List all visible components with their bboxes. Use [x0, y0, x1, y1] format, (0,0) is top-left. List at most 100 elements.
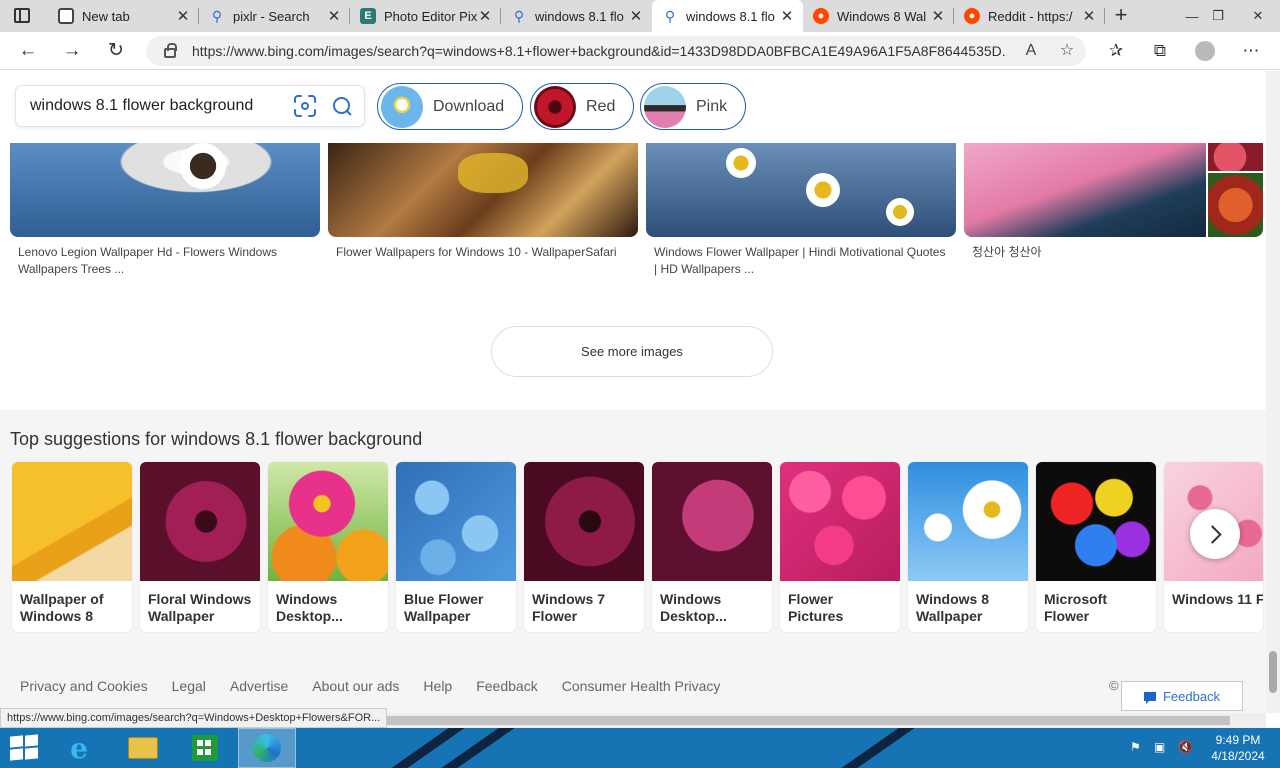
- suggestion-image: [1036, 462, 1156, 581]
- flag-icon[interactable]: ⚑: [1130, 740, 1141, 754]
- close-tab-icon[interactable]: ✕: [1081, 7, 1097, 25]
- tab-title: Photo Editor Pix: [384, 8, 477, 24]
- system-clock[interactable]: 9:49 PM 4/18/2024: [1208, 732, 1268, 764]
- close-tab-icon[interactable]: ✕: [930, 7, 946, 25]
- suggestion-card[interactable]: Windows 8 Wallpaper Whi...: [908, 462, 1028, 632]
- start-button[interactable]: [10, 734, 38, 761]
- feedback-label: Feedback: [1162, 688, 1221, 704]
- see-more-images-button[interactable]: See more images: [491, 326, 773, 377]
- chip-label: Red: [586, 97, 616, 115]
- suggestion-image: [652, 462, 772, 581]
- read-aloud-icon[interactable]: A: [1019, 39, 1043, 63]
- suggestion-card[interactable]: Blue Flower Wallpaper: [396, 462, 516, 632]
- suggestion-card[interactable]: Wallpaper of Windows 8: [12, 462, 132, 632]
- file-explorer-app[interactable]: [114, 728, 172, 768]
- tab-pixlr-search[interactable]: ⚲ pixlr - Search ✕: [199, 0, 350, 32]
- restore-button[interactable]: ❐: [1196, 0, 1240, 32]
- search-icon: ⚲: [211, 7, 223, 24]
- suggestion-card[interactable]: Floral Windows Wallpaper: [140, 462, 260, 632]
- suggestion-card[interactable]: Windows 7 Flower Wallpa...: [524, 462, 644, 632]
- result-image[interactable]: [328, 143, 638, 237]
- folder-icon: [128, 737, 158, 759]
- close-tab-icon[interactable]: ✕: [477, 7, 493, 25]
- result-image[interactable]: [1208, 173, 1263, 237]
- suggestion-card[interactable]: Microsoft Flower Wallpa...: [1036, 462, 1156, 632]
- suggestion-label: Blue Flower Wallpaper: [404, 591, 484, 624]
- result-caption[interactable]: Lenovo Legion Wallpaper Hd - Flowers Win…: [18, 244, 308, 278]
- url-text[interactable]: https://www.bing.com/images/search?q=win…: [192, 43, 1007, 59]
- chip-thumbnail: [381, 85, 423, 128]
- store-app[interactable]: [176, 728, 234, 768]
- tab-actions-icon[interactable]: [14, 8, 30, 23]
- close-tab-icon[interactable]: ✕: [779, 7, 795, 25]
- close-tab-icon[interactable]: ✕: [175, 7, 191, 25]
- suggestion-label: Windows 8 Wallpaper Whi...: [916, 591, 989, 624]
- favorites-icon[interactable]: ✰: [1103, 38, 1129, 64]
- suggestion-card[interactable]: Windows Desktop...: [652, 462, 772, 632]
- feedback-icon: [1143, 691, 1156, 704]
- internet-explorer-icon: e: [70, 731, 88, 765]
- next-arrow-button[interactable]: [1190, 509, 1240, 559]
- tab-title: windows 8.1 flo: [535, 8, 624, 24]
- feedback-button[interactable]: Feedback: [1121, 681, 1243, 711]
- footer-link-about-ads[interactable]: About our ads: [312, 678, 399, 694]
- footer-link-legal[interactable]: Legal: [172, 678, 206, 694]
- footer-link-privacy[interactable]: Privacy and Cookies: [20, 678, 148, 694]
- suggestion-card[interactable]: Windows Desktop...: [268, 462, 388, 632]
- add-favorite-icon[interactable]: ☆: [1055, 39, 1079, 63]
- new-tab-button[interactable]: +: [1110, 4, 1132, 26]
- suggestion-image: [524, 462, 644, 581]
- suggestion-card[interactable]: Flower Pictures Wallpaper: [780, 462, 900, 632]
- result-image[interactable]: [964, 143, 1206, 237]
- suggestion-label: Flower Pictures Wallpaper: [788, 591, 844, 624]
- edge-app[interactable]: [238, 728, 296, 768]
- photo-editor-icon: E: [360, 8, 376, 24]
- reddit-icon: ●: [813, 8, 829, 24]
- footer-link-consumer-health[interactable]: Consumer Health Privacy: [562, 678, 721, 694]
- tab-reddit[interactable]: ● Reddit - https:/ ✕: [954, 0, 1105, 32]
- back-button[interactable]: ←: [14, 38, 42, 66]
- tab-windows-flower-1[interactable]: ⚲ windows 8.1 flo ✕: [501, 0, 652, 32]
- collections-icon[interactable]: ⧉: [1147, 38, 1173, 64]
- search-input[interactable]: windows 8.1 flower background: [30, 97, 294, 115]
- result-caption[interactable]: Flower Wallpapers for Windows 10 - Wallp…: [336, 244, 626, 261]
- result-image[interactable]: [10, 143, 320, 237]
- internet-explorer-app[interactable]: e: [50, 728, 108, 768]
- footer-link-advertise[interactable]: Advertise: [230, 678, 288, 694]
- search-icon[interactable]: [332, 96, 352, 116]
- volume-muted-icon[interactable]: 🔇: [1178, 740, 1193, 754]
- search-icon: ⚲: [513, 7, 525, 24]
- chip-red[interactable]: Red: [530, 83, 635, 130]
- tab-windows-flower-active[interactable]: ⚲ windows 8.1 flo ✕: [652, 0, 803, 32]
- chip-download[interactable]: Download: [377, 83, 524, 130]
- url-field[interactable]: https://www.bing.com/images/search?q=win…: [146, 36, 1086, 66]
- close-window-button[interactable]: ✕: [1236, 0, 1280, 32]
- result-image[interactable]: [1208, 143, 1263, 171]
- suggestions-title: Top suggestions for windows 8.1 flower b…: [10, 429, 423, 449]
- result-image[interactable]: [646, 143, 956, 237]
- profile-avatar[interactable]: [1192, 38, 1218, 64]
- tab-photo-editor[interactable]: E Photo Editor Pix ✕: [350, 0, 501, 32]
- settings-menu-icon[interactable]: ⋯: [1238, 38, 1264, 64]
- vertical-scrollbar[interactable]: [1266, 71, 1280, 713]
- network-icon[interactable]: ▣: [1154, 740, 1165, 754]
- chip-thumbnail: [644, 85, 686, 128]
- tab-windows-8-wallpaper[interactable]: ● Windows 8 Wal ✕: [803, 0, 954, 32]
- result-caption[interactable]: Windows Flower Wallpaper | Hindi Motivat…: [654, 244, 949, 278]
- tab-new-tab[interactable]: New tab ✕: [48, 0, 199, 32]
- visual-search-icon[interactable]: [294, 95, 316, 117]
- suggestion-label: Wallpaper of Windows 8: [20, 591, 104, 624]
- close-tab-icon[interactable]: ✕: [628, 7, 644, 25]
- footer-link-help[interactable]: Help: [423, 678, 452, 694]
- footer-link-feedback[interactable]: Feedback: [476, 678, 537, 694]
- search-box[interactable]: windows 8.1 flower background: [16, 86, 364, 126]
- chip-pink[interactable]: Pink: [640, 83, 747, 130]
- refresh-button[interactable]: ↻: [102, 38, 130, 66]
- suggestion-image: [12, 462, 132, 581]
- close-tab-icon[interactable]: ✕: [326, 7, 342, 25]
- footer: Privacy and Cookies Legal Advertise Abou…: [0, 663, 1266, 713]
- forward-button[interactable]: →: [58, 38, 86, 66]
- lock-icon[interactable]: [164, 43, 177, 58]
- result-caption[interactable]: 청산아 청산아: [972, 244, 1262, 261]
- suggestion-label: Microsoft Flower Wallpa...: [1044, 591, 1107, 624]
